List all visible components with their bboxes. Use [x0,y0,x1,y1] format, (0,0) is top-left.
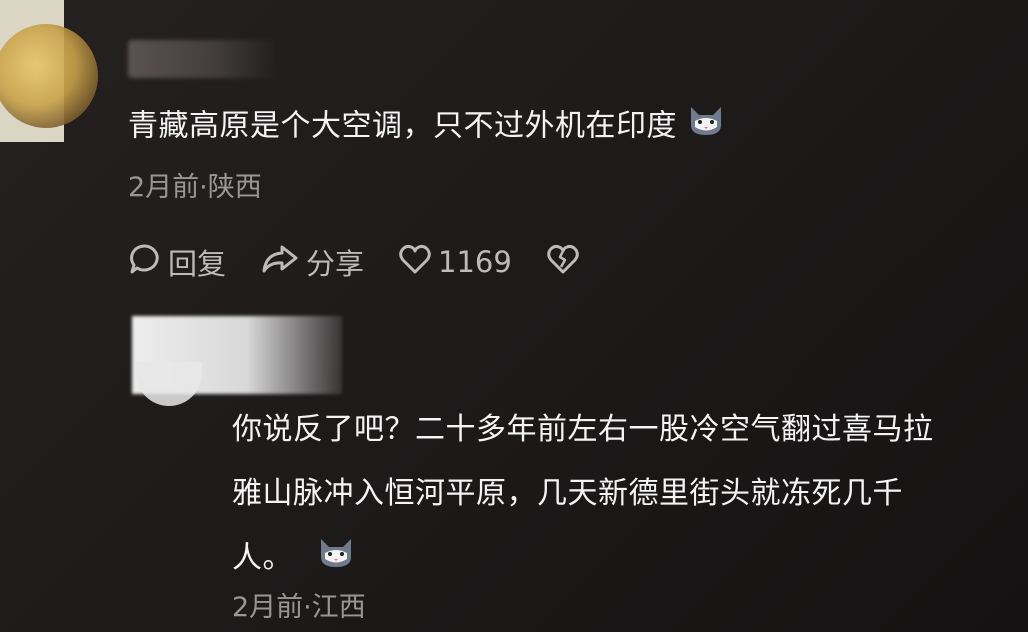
comment-actions: 回复 分享 1169 [128,240,620,284]
cat-emoji-icon [317,535,355,583]
like-count: 1169 [438,245,512,279]
dislike-button[interactable] [546,243,586,282]
comment-thread: 青藏高原是个大空调，只不过外机在印度 2月前·陕西 回复 分享 1169 你说反… [0,0,1028,632]
reply-line-1: 你说反了吧？二十多年前左右一股冷空气翻过喜马拉 [232,412,934,447]
share-icon [260,242,306,283]
cat-emoji-icon [687,103,725,151]
avatar-image [136,362,202,406]
avatar[interactable] [0,0,100,142]
comment-body: 青藏高原是个大空调，只不过外机在印度 [128,108,677,144]
heart-icon [398,243,438,282]
reply-button[interactable]: 回复 [128,241,226,283]
reply-line-3-text: 人。 [232,540,293,576]
reply-avatar[interactable] [132,316,342,408]
avatar-image [0,24,98,128]
reply-line-2: 雅山脉冲入恒河平原，几天新德里街头就冻死几千 [232,476,903,511]
broken-heart-icon [546,243,586,282]
reply-meta: 2月前·江西 [232,592,366,623]
reply-icon [128,242,168,283]
share-label: 分享 [306,247,365,281]
comment-text: 青藏高原是个大空调，只不过外机在印度 [128,103,725,151]
like-button[interactable]: 1169 [398,243,512,282]
username-blurred[interactable] [128,40,278,78]
comment-meta: 2月前·陕西 [128,172,262,203]
reply-label: 回复 [168,247,227,281]
reply-text: 你说反了吧？二十多年前左右一股冷空气翻过喜马拉 雅山脉冲入恒河平原，几天新德里街… [232,407,1028,599]
share-button[interactable]: 分享 [260,241,364,283]
